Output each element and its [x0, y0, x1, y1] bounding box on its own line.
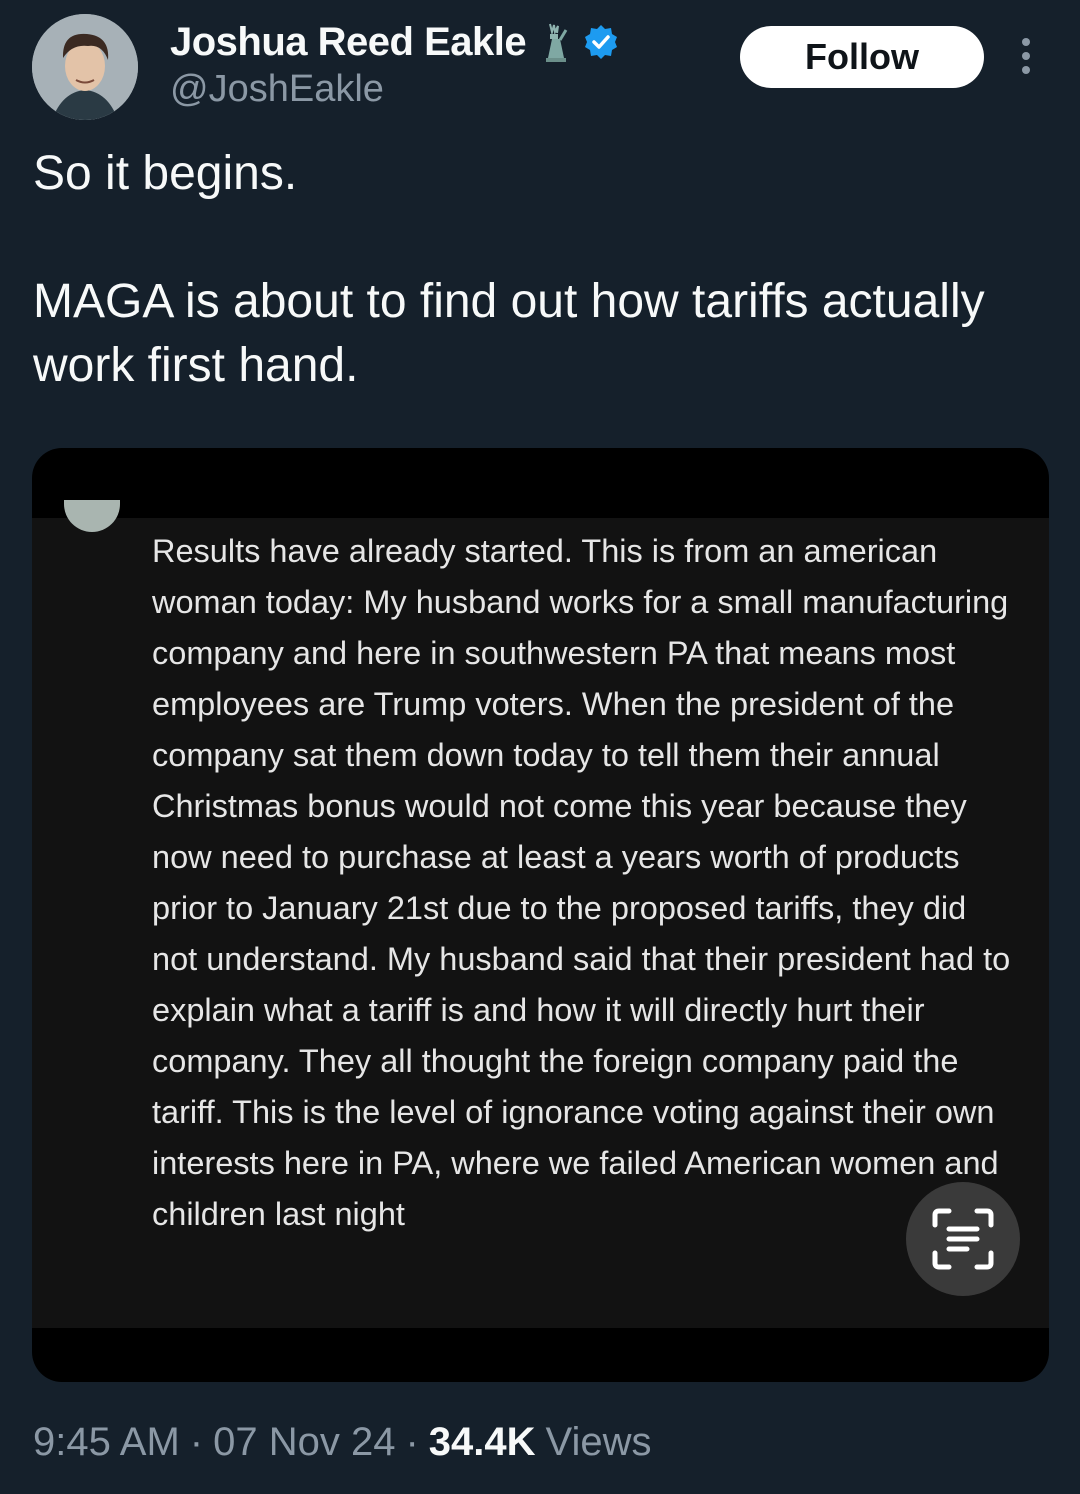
- views-count[interactable]: 34.4K: [429, 1420, 536, 1465]
- tweet-time[interactable]: 9:45 AM: [33, 1420, 180, 1465]
- commenter-avatar: [64, 500, 120, 532]
- tweet-date[interactable]: 07 Nov 24: [213, 1420, 395, 1465]
- text-scan-button[interactable]: [906, 1182, 1020, 1296]
- author-avatar[interactable]: [32, 14, 138, 120]
- author-display-name[interactable]: Joshua Reed Eakle: [170, 20, 527, 65]
- screenshot-comment-panel: Results have already started. This is fr…: [32, 500, 1049, 1328]
- verified-badge-icon[interactable]: [582, 23, 620, 61]
- tweet-header: Joshua Reed Eakle @JoshEakle Follow: [0, 0, 1080, 130]
- tweet-text: So it begins. MAGA is about to find out …: [33, 147, 985, 392]
- screenshot-comment-text: Results have already started. This is fr…: [152, 533, 1011, 1232]
- follow-button[interactable]: Follow: [740, 26, 984, 88]
- meta-separator: ·: [405, 1420, 419, 1464]
- author-handle[interactable]: @JoshEakle: [170, 68, 384, 111]
- views-label[interactable]: Views: [546, 1420, 652, 1465]
- meta-separator: ·: [189, 1420, 204, 1464]
- avatar-portrait: [32, 14, 138, 120]
- statue-of-liberty-icon: [540, 22, 572, 62]
- text-scan-icon: [932, 1208, 994, 1270]
- more-vertical-icon[interactable]: [1012, 36, 1040, 76]
- tweet-media-image[interactable]: Results have already started. This is fr…: [32, 448, 1049, 1382]
- author-name-row: Joshua Reed Eakle: [170, 16, 620, 68]
- tweet-meta: 9:45 AM · 07 Nov 24 · 34.4K Views: [33, 1420, 652, 1465]
